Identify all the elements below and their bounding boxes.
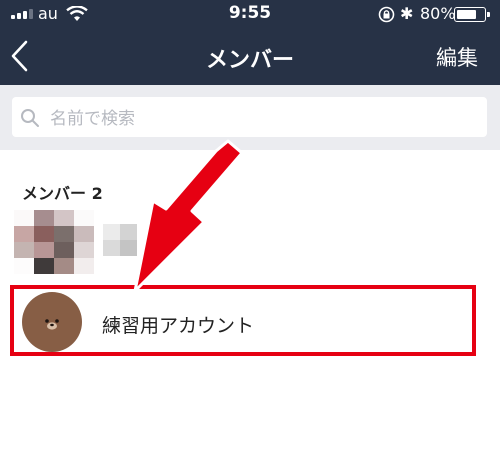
member-item-1[interactable] bbox=[14, 208, 480, 274]
search-icon bbox=[21, 109, 39, 127]
rotation-lock-icon bbox=[378, 6, 395, 23]
edit-button[interactable]: 編集 bbox=[436, 42, 478, 72]
battery-icon bbox=[454, 7, 490, 22]
back-button[interactable] bbox=[8, 38, 34, 74]
section-title-members: メンバー 2 bbox=[22, 184, 103, 203]
search-input[interactable] bbox=[48, 104, 472, 134]
member-name: 練習用アカウント bbox=[102, 315, 255, 337]
status-bar: au 9:55 ✱ 80% bbox=[0, 0, 500, 28]
bear-face-icon bbox=[45, 319, 59, 330]
chevron-left-icon bbox=[11, 40, 28, 72]
battery-percent: 80% bbox=[420, 4, 456, 23]
bear-avatar bbox=[22, 292, 82, 352]
bluetooth-icon: ✱ bbox=[400, 4, 414, 23]
